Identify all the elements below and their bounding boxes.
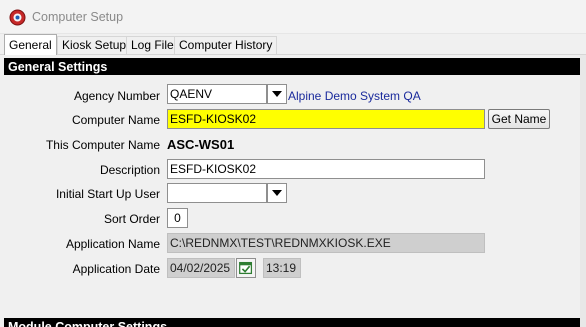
tab-kiosk-setup[interactable]: Kiosk Setup — [57, 36, 132, 54]
initial-user-dropdown-button[interactable] — [267, 183, 287, 203]
title-bar: Computer Setup — [0, 0, 586, 34]
application-date-field: 04/02/2025 — [167, 258, 235, 278]
application-name-field: C:\REDNMX\TEST\REDNMXKIOSK.EXE — [167, 233, 485, 253]
chevron-down-icon — [272, 190, 282, 196]
right-edge — [580, 55, 586, 327]
this-computer-name-value: ASC-WS01 — [167, 137, 235, 152]
agency-name-text: Alpine Demo System QA — [288, 89, 421, 103]
tab-log-file[interactable]: Log File — [126, 36, 179, 54]
tab-computer-history[interactable]: Computer History — [174, 36, 278, 54]
agency-number-field[interactable]: QAENV — [167, 84, 267, 104]
computer-name-label: Computer Name — [71, 113, 160, 127]
initial-user-label: Initial Start Up User — [55, 187, 160, 201]
window-title: Computer Setup — [32, 10, 124, 24]
module-settings-header: Module Computer Settings — [4, 318, 586, 327]
agency-number-dropdown-button[interactable] — [267, 84, 287, 104]
computer-name-field[interactable]: ESFD-KIOSK02 — [167, 109, 485, 129]
description-label: Description — [99, 163, 160, 177]
initial-user-field[interactable] — [167, 183, 267, 203]
sort-order-label: Sort Order — [103, 212, 160, 226]
general-settings-header: General Settings — [4, 58, 586, 76]
calendar-icon — [239, 261, 253, 275]
sort-order-field[interactable]: 0 — [167, 208, 188, 228]
this-computer-name-label: This Computer Name — [45, 138, 160, 152]
application-time-field: 13:19 — [263, 258, 301, 278]
get-name-button[interactable]: Get Name — [488, 109, 550, 129]
agency-number-label: Agency Number — [73, 89, 160, 103]
tab-bar: General Kiosk Setup Log File Computer Hi… — [0, 34, 586, 55]
calendar-button[interactable] — [236, 258, 256, 278]
application-date-label: Application Date — [72, 262, 160, 276]
app-logo-icon — [9, 9, 26, 26]
tab-general[interactable]: General — [4, 34, 57, 55]
description-field[interactable]: ESFD-KIOSK02 — [167, 159, 485, 179]
chevron-down-icon — [272, 91, 282, 97]
application-name-label: Application Name — [65, 237, 160, 251]
